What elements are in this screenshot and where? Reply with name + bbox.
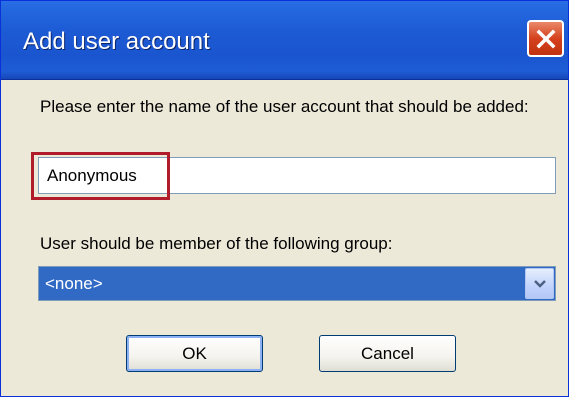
group-select[interactable]: <none>	[38, 266, 556, 301]
title-bar[interactable]: Add user account	[1, 1, 568, 80]
group-selected-value: <none>	[45, 274, 103, 293]
group-label: User should be member of the following g…	[40, 234, 393, 253]
cancel-button[interactable]: Cancel	[319, 335, 456, 372]
dialog-body: Please enter the name of the user accoun…	[1, 80, 568, 396]
group-dropdown-button[interactable]	[525, 268, 554, 299]
close-icon	[536, 29, 555, 48]
dialog-title: Add user account	[23, 28, 210, 55]
name-prompt-label: Please enter the name of the user accoun…	[40, 97, 529, 116]
highlight-box	[31, 152, 170, 200]
ok-button[interactable]: OK	[126, 335, 263, 372]
chevron-down-icon	[533, 279, 546, 288]
add-user-account-dialog: Add user account Please enter the name o…	[0, 0, 569, 397]
close-button[interactable]	[527, 20, 564, 57]
